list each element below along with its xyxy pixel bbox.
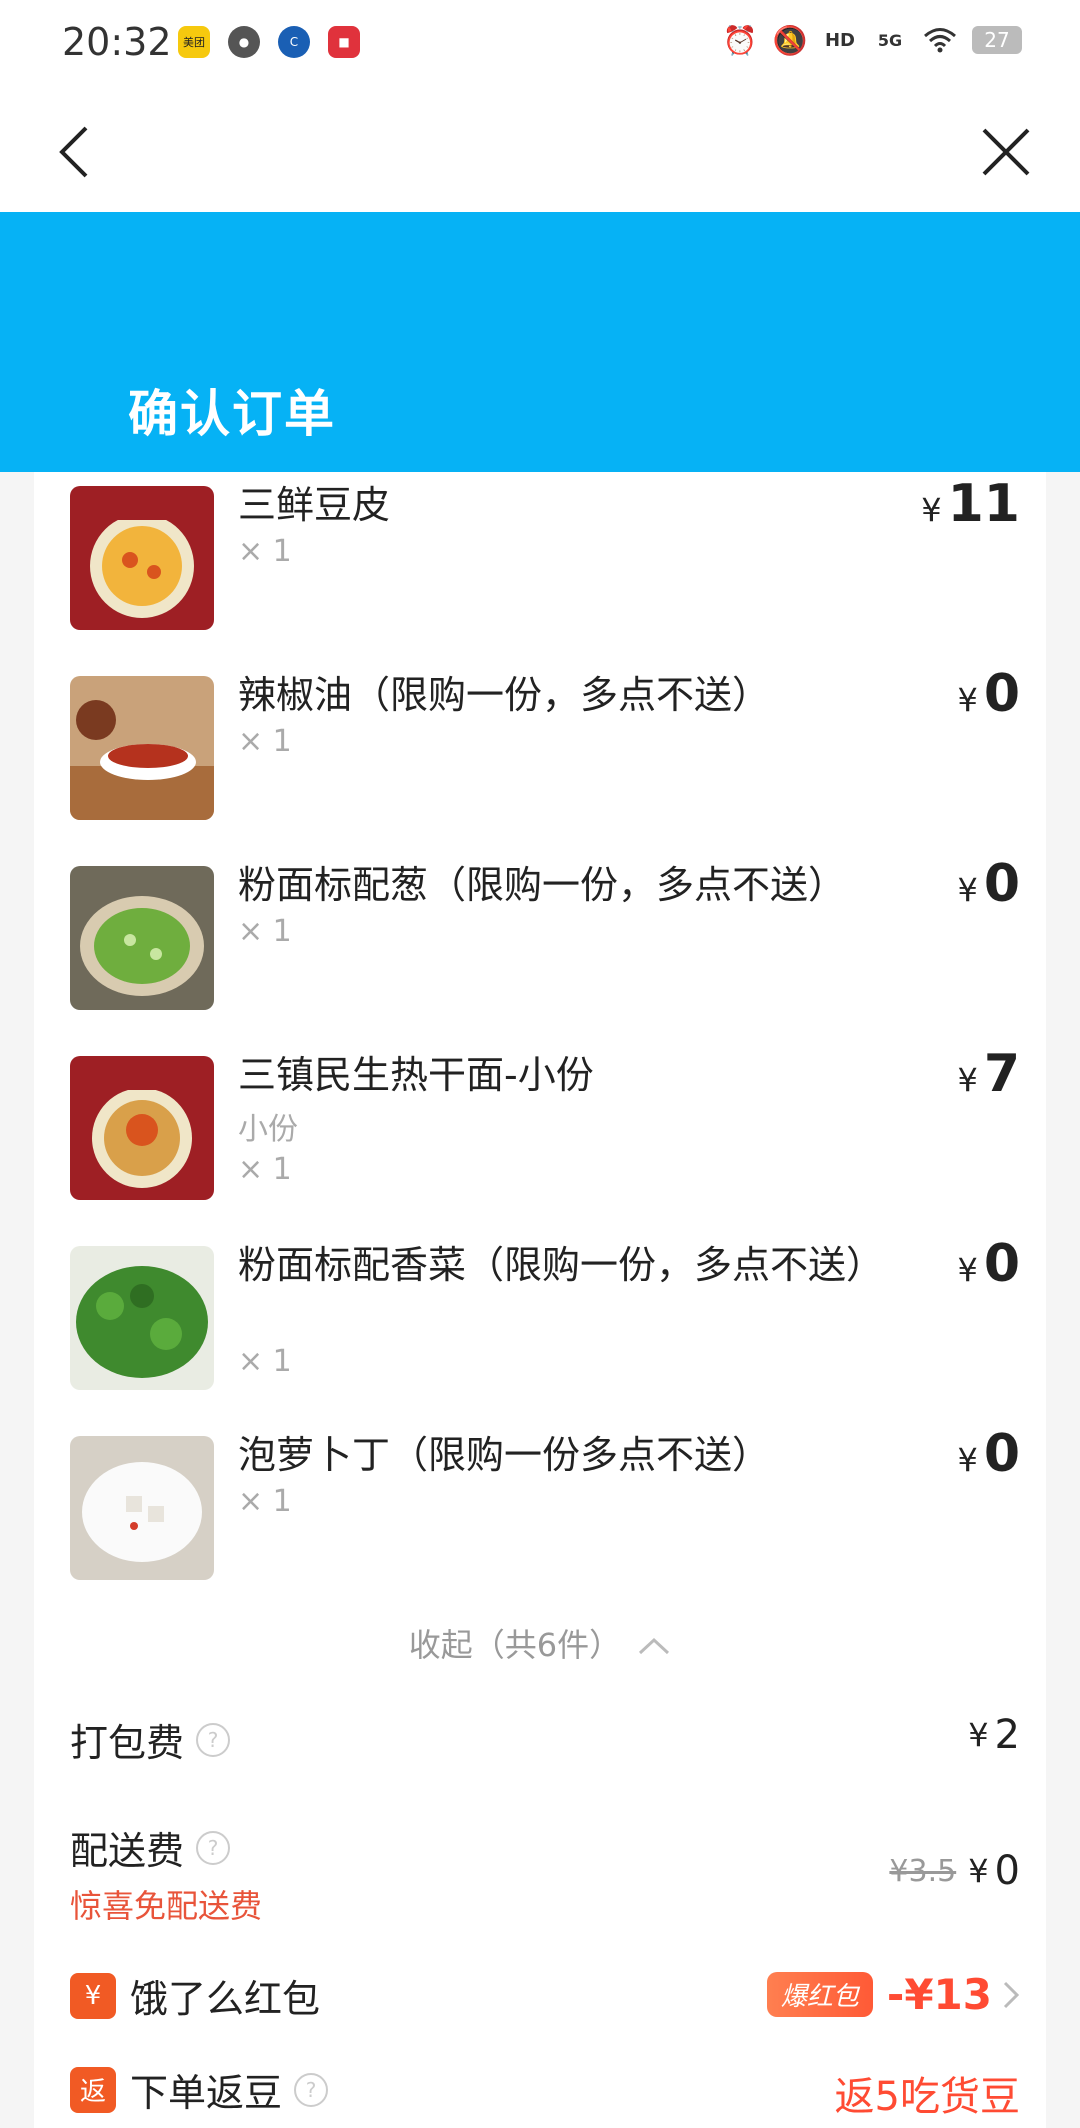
item-name: 泡萝卜丁（限购一份多点不送） [238,1433,771,1477]
item-name: 三鲜豆皮 [238,483,391,527]
original-delivery-fee: ¥3.5 [889,1853,957,1889]
signal-icon: 5G [877,30,903,50]
price-value: 0 [983,1424,1020,1484]
message-icon: ● [228,26,260,58]
item-quantity: × 1 [238,1344,292,1379]
chili-oil-image [70,676,214,820]
currency-symbol: ¥ [957,1061,978,1099]
red-packet-value: 爆红包 -¥13 [766,1970,1020,2019]
coriander-image [70,1246,214,1390]
system-icons: ⏰ 🔕 HD 5G 27 [722,22,1022,58]
wifi-icon [922,22,958,58]
currency-symbol: ¥ [957,871,978,909]
order-item[interactable]: 泡萝卜丁（限购一份多点不送） × 1 ¥ 0 [70,1424,1020,1580]
status-bar: 20:32 美团 ● C ■ ⏰ 🔕 HD 5G 27 [0,0,1080,88]
item-price: ¥ 0 [957,1424,1020,1484]
beans-value: 返5吃货豆 [835,2064,1020,2122]
mute-icon: 🔕 [772,23,808,57]
beans-row: 返 下单返豆 ? 返5吃货豆 [70,2062,1020,2122]
hot-red-packet-tag: 爆红包 [766,1972,873,2017]
currency-symbol: ¥ [968,1716,989,1754]
help-icon[interactable]: ? [196,1830,231,1865]
help-icon[interactable]: ? [294,2072,329,2107]
price-value: 7 [983,1044,1020,1104]
price-value: 11 [947,474,1020,534]
shopping-app-icon: ■ [328,26,360,58]
status-time: 20:32 [62,20,172,64]
item-quantity: × 1 [238,724,292,759]
item-price: ¥ 7 [957,1044,1020,1104]
nav-bar [0,88,1080,212]
order-item[interactable]: 粉面标配香菜（限购一份，多点不送） × 1 ¥ 0 [70,1234,1020,1390]
rebate-icon: 返 [70,2066,116,2113]
item-quantity: × 1 [238,1484,292,1519]
alarm-icon: ⏰ [722,23,758,57]
chevron-left-icon [59,126,88,178]
item-name: 辣椒油（限购一份，多点不送） [238,673,771,717]
battery-icon: 27 [972,26,1022,54]
delivery-fee-amount: 0 [994,1848,1020,1894]
order-card: 三鲜豆皮 × 1 ¥ 11 辣椒油（限购一份，多点不送） × 1 ¥ 0 粉面标… [34,472,1046,2128]
item-price: ¥ 0 [957,1234,1020,1294]
order-item[interactable]: 粉面标配葱（限购一份，多点不送） × 1 ¥ 0 [70,854,1020,1010]
red-packet-amount: -¥13 [886,1970,992,2019]
currency-symbol: ¥ [957,681,978,719]
close-icon [982,128,1030,176]
currency-symbol: ¥ [968,1852,989,1890]
price-value: 0 [983,664,1020,724]
packing-fee-row: 打包费 ? ¥ 2 [70,1712,1020,1772]
item-price: ¥ 0 [957,664,1020,724]
packing-fee-label: 打包费 [70,1721,185,1765]
close-button[interactable] [970,116,1042,188]
notification-icons: 美团 ● C ■ [178,26,360,58]
item-name: 三镇民生热干面-小份 [238,1053,594,1097]
order-item[interactable]: 三镇民生热干面-小份 小份 × 1 ¥ 7 [70,1044,1020,1200]
delivery-fee-value: ¥3.5 ¥ 0 [889,1848,1020,1894]
order-item[interactable]: 辣椒油（限购一份，多点不送） × 1 ¥ 0 [70,664,1020,820]
item-quantity: × 1 [238,534,292,569]
help-icon[interactable]: ? [196,1722,231,1757]
currency-symbol: ¥ [957,1441,978,1479]
currency-symbol: ¥ [957,1251,978,1289]
bank-app-icon: C [278,26,310,58]
red-packet-label: 饿了么红包 [130,1977,321,2021]
item-quantity: × 1 [238,1152,292,1187]
item-price: ¥ 11 [921,474,1020,534]
order-item[interactable]: 三鲜豆皮 × 1 ¥ 11 [70,474,1020,630]
page-title: 确认订单 [128,385,336,443]
delivery-promo-text: 惊喜免配送费 [70,1887,263,1925]
scallion-image [70,866,214,1010]
chevron-up-icon [639,1637,670,1655]
item-price: ¥ 0 [957,854,1020,914]
item-quantity: × 1 [238,914,292,949]
beans-label: 下单返豆 [130,2071,283,2115]
hd-icon: HD [824,29,855,51]
red-packet-icon: ¥ [70,1972,116,2019]
hot-dry-noodle-image [70,1056,214,1200]
collapse-label: 收起（共6件） [408,1626,622,1664]
pickled-radish-image [70,1436,214,1580]
back-button[interactable] [38,116,110,188]
currency-symbol: ¥ [921,491,942,529]
packing-fee-value: ¥ 2 [968,1712,1020,1758]
collapse-toggle[interactable]: 收起（共6件） [34,1620,1046,1666]
header-banner: 确认订单 [0,212,1080,472]
chevron-right-icon [1003,1981,1020,2008]
sanxian-doupi-image [70,486,214,630]
item-name: 粉面标配香菜（限购一份，多点不送） [238,1243,885,1287]
delivery-fee-label: 配送费 [70,1829,185,1873]
red-packet-row[interactable]: ¥ 饿了么红包 爆红包 -¥13 [70,1968,1020,2028]
packing-fee-amount: 2 [994,1712,1020,1758]
item-spec: 小份 [238,1112,298,1147]
delivery-fee-row: 配送费 ? 惊喜免配送费 ¥3.5 ¥ 0 [70,1820,1020,1930]
beans-reward: 返5吃货豆 [834,2074,1020,2120]
price-value: 0 [983,854,1020,914]
item-name: 粉面标配葱（限购一份，多点不送） [238,863,847,907]
meituan-app-icon: 美团 [178,26,210,58]
price-value: 0 [983,1234,1020,1294]
